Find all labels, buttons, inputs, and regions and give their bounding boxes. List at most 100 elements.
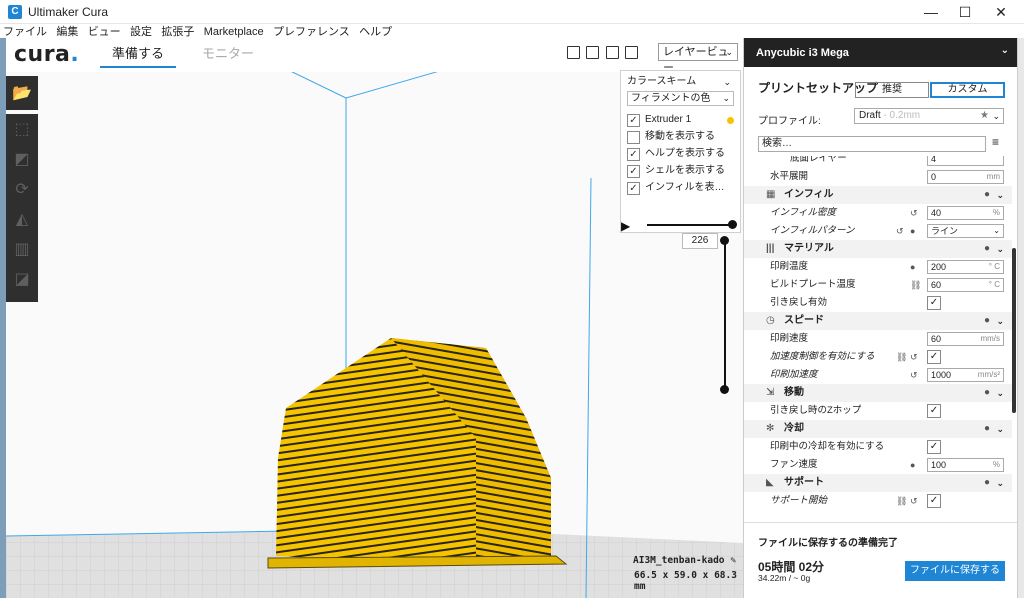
menu-settings[interactable]: 設定: [127, 25, 155, 39]
chevron-down-icon: ⌄: [996, 244, 1004, 254]
setting-field[interactable]: 100%: [927, 458, 1004, 472]
setting-checkbox[interactable]: ✓: [927, 494, 941, 508]
path-slider-handle[interactable]: [728, 220, 737, 229]
show-shell-toggle[interactable]: ✓ シェルを表示する: [627, 163, 734, 179]
action-panel: ファイルに保存するの準備完了 05時間 02分 34.22m / ~ 0g ファ…: [744, 522, 1018, 598]
chevron-down-icon: ⌄: [996, 190, 1004, 200]
side-view-icon[interactable]: [625, 46, 639, 59]
reset-icon[interactable]: ↺: [910, 204, 918, 222]
front-view-icon[interactable]: [586, 46, 600, 59]
info-icon[interactable]: ●: [910, 258, 915, 276]
setting-field[interactable]: 40%: [927, 206, 1004, 220]
path-slider[interactable]: [647, 224, 733, 226]
star-icon[interactable]: ★: [980, 109, 989, 123]
tab-prepare[interactable]: 準備する: [100, 44, 177, 68]
setting-field[interactable]: 1000 mm/s²: [927, 368, 1004, 382]
link-icon[interactable]: ⛓: [896, 492, 907, 510]
section-icon: ◣: [766, 477, 774, 488]
menu-extensions[interactable]: 拡張子: [158, 25, 197, 39]
close-button[interactable]: ✕: [978, 0, 1024, 24]
setting-label: 印刷温度: [770, 261, 809, 272]
layer-slider[interactable]: [724, 242, 726, 392]
per-model-settings-icon[interactable]: ▥: [6, 234, 38, 264]
setting-field[interactable]: 60 mm/s: [927, 332, 1004, 346]
move-tool-icon[interactable]: ⬚: [6, 114, 38, 144]
view-type-select[interactable]: レイヤービュー ⌄: [658, 43, 738, 74]
checkbox[interactable]: ✓: [627, 147, 640, 161]
info-icon[interactable]: ●: [910, 222, 915, 240]
settings-menu-icon[interactable]: ≡: [992, 135, 999, 149]
setting-label: インフィルパターン: [770, 225, 855, 236]
setting-field[interactable]: 0 mm: [927, 170, 1004, 184]
menu-help[interactable]: ヘルプ: [356, 25, 395, 39]
checkbox[interactable]: ✓: [627, 181, 640, 195]
extruder-1-toggle[interactable]: ✓ Extruder 1: [627, 112, 734, 128]
setting-field[interactable]: ライン ⌄: [927, 224, 1004, 238]
menu-preferences[interactable]: プレファレンス: [270, 25, 353, 39]
top-view-icon[interactable]: [605, 46, 619, 59]
chevron-down-icon: ⌄: [723, 77, 731, 87]
layer-number-input[interactable]: 226: [682, 233, 718, 249]
info-icon[interactable]: ●: [984, 474, 990, 492]
reset-icon[interactable]: ↺: [896, 222, 904, 240]
setting-field[interactable]: 200 ° C: [927, 260, 1004, 274]
show-travel-toggle[interactable]: 移動を表示する: [627, 129, 734, 145]
open-file-icon[interactable]: 📂: [6, 76, 38, 110]
setting-label: 印刷加速度: [770, 369, 818, 380]
setting-checkbox[interactable]: ✓: [927, 296, 941, 310]
checkbox[interactable]: ✓: [627, 113, 640, 127]
setting-field[interactable]: 4: [927, 156, 1004, 166]
profile-select[interactable]: Draft - 0.2mm ★ ⌄: [854, 108, 1004, 124]
setting-checkbox[interactable]: ✓: [927, 440, 941, 454]
reset-icon[interactable]: ↺: [910, 492, 918, 510]
reset-icon[interactable]: ↺: [910, 366, 918, 384]
pencil-icon[interactable]: ✎: [731, 555, 737, 566]
support-blocker-icon[interactable]: ◪: [6, 264, 38, 294]
show-infill-toggle[interactable]: ✓ インフィルを表…: [627, 180, 734, 196]
play-icon[interactable]: ▶: [621, 219, 630, 233]
show-helpers-toggle[interactable]: ✓ ヘルプを表示する: [627, 146, 734, 162]
3d-viewport[interactable]: cura. 準備する モニター レイヤービュー ⌄ 📂 ⬚ ◩ ⟳ ◭ ▥ ◪ カ…: [6, 38, 743, 598]
settings-section[interactable]: ✻ 冷却 ● ⌄: [744, 420, 1012, 438]
setting-field[interactable]: 60 ° C: [927, 278, 1004, 292]
info-icon[interactable]: ●: [984, 384, 990, 402]
info-icon[interactable]: ●: [984, 240, 990, 258]
custom-mode-button[interactable]: カスタム: [930, 82, 1005, 98]
color-scheme-select[interactable]: フィラメントの色 ⌄: [627, 91, 734, 106]
checkbox[interactable]: ✓: [627, 164, 640, 178]
scale-tool-icon[interactable]: ◩: [6, 144, 38, 174]
save-to-file-button[interactable]: ファイルに保存する: [905, 561, 1005, 581]
menu-bar: ファイル 編集 ビュー 設定 拡張子 Marketplace プレファレンス ヘ…: [0, 24, 1024, 38]
printer-selector[interactable]: Anycubic i3 Mega ⌄: [744, 38, 1017, 67]
info-icon[interactable]: ●: [984, 420, 990, 438]
recommended-mode-button[interactable]: 推奨: [855, 82, 929, 98]
link-icon[interactable]: ⛓: [896, 348, 907, 366]
layer-slider-lower-handle[interactable]: [720, 385, 729, 394]
chevron-down-icon: ⌄: [725, 47, 733, 57]
settings-scrollbar[interactable]: [1012, 248, 1016, 413]
color-scheme-title[interactable]: カラースキーム ⌄: [627, 75, 734, 89]
3d-view-icon[interactable]: [567, 46, 580, 59]
setting-checkbox[interactable]: ✓: [927, 350, 941, 364]
settings-search-input[interactable]: 検索…: [758, 136, 986, 152]
settings-section[interactable]: ||| マテリアル ● ⌄: [744, 240, 1012, 258]
settings-section[interactable]: ⇲ 移動 ● ⌄: [744, 384, 1012, 402]
tab-monitor[interactable]: モニター: [190, 44, 266, 68]
settings-section[interactable]: ◣ サポート ● ⌄: [744, 474, 1012, 492]
settings-section[interactable]: ◷ スピード ● ⌄: [744, 312, 1012, 330]
info-icon[interactable]: ●: [984, 312, 990, 330]
rotate-tool-icon[interactable]: ⟳: [6, 174, 38, 204]
mirror-tool-icon[interactable]: ◭: [6, 204, 38, 234]
menu-file[interactable]: ファイル: [0, 25, 50, 39]
settings-section[interactable]: ▦ インフィル ● ⌄: [744, 186, 1012, 204]
ready-status: ファイルに保存するの準備完了: [758, 538, 898, 549]
reset-icon[interactable]: ↺: [910, 348, 918, 366]
setting-checkbox[interactable]: ✓: [927, 404, 941, 418]
menu-view[interactable]: ビュー: [85, 25, 124, 39]
menu-edit[interactable]: 編集: [53, 25, 81, 39]
checkbox[interactable]: [627, 130, 640, 144]
menu-marketplace[interactable]: Marketplace: [201, 25, 267, 39]
link-icon[interactable]: ⛓: [910, 276, 921, 294]
info-icon[interactable]: ●: [910, 456, 915, 474]
info-icon[interactable]: ●: [984, 186, 990, 204]
